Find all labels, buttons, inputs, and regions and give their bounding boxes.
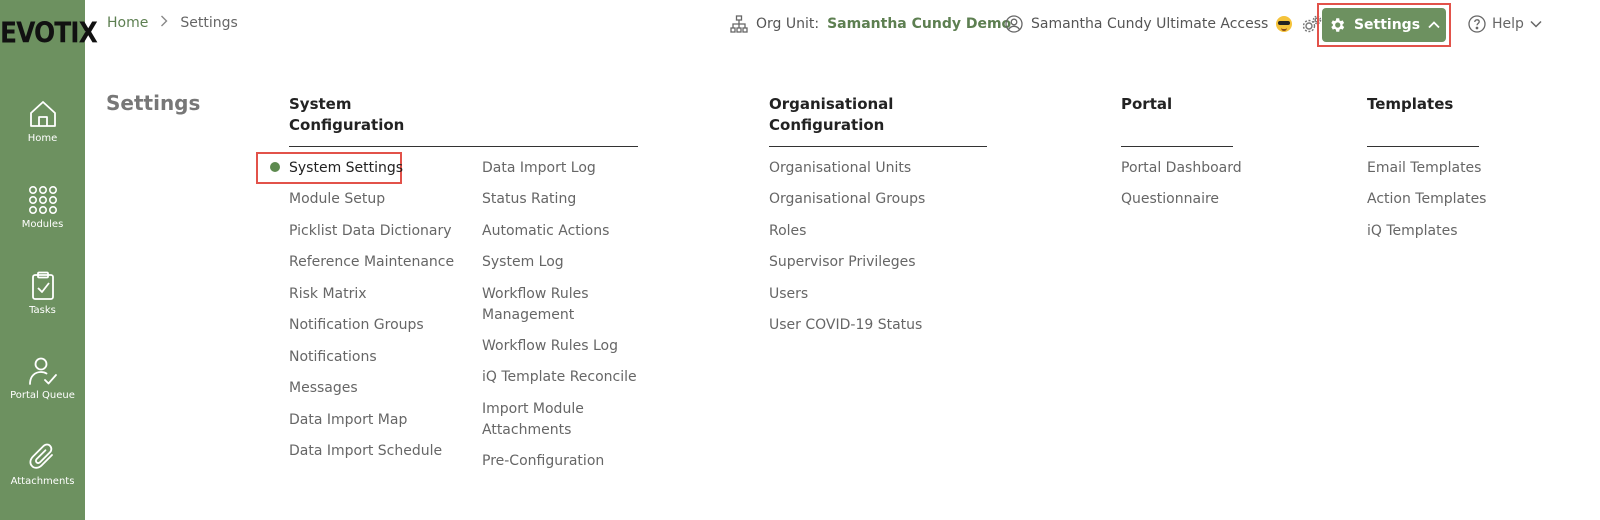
user-menu[interactable]: Samantha Cundy Ultimate Access (1005, 15, 1346, 33)
chevron-right-icon (160, 15, 168, 31)
system-configuration-heading: System Configuration (289, 94, 404, 136)
link-data-import-log[interactable]: Data Import Log (482, 158, 596, 179)
link-action-templates[interactable]: Action Templates (1367, 189, 1486, 210)
paperclip-icon (29, 443, 53, 469)
link-portal-dashboard[interactable]: Portal Dashboard (1121, 158, 1242, 179)
chevron-down-icon (1530, 20, 1542, 28)
organisational-configuration-heading: Organisational Configuration (769, 94, 893, 136)
link-supervisor-privileges[interactable]: Supervisor Privileges (769, 252, 916, 273)
org-unit-selector[interactable]: Org Unit: Samantha Cundy Demo (730, 15, 1011, 33)
sidebar-item-modules[interactable]: Modules (0, 185, 85, 230)
user-check-icon (28, 357, 57, 385)
link-workflow-rules-log[interactable]: Workflow Rules Log (482, 336, 618, 357)
link-notifications[interactable]: Notifications (289, 347, 377, 368)
top-header: Home Settings Org Unit: Samantha Cundy D… (85, 0, 1600, 48)
link-system-settings[interactable]: System Settings (289, 158, 403, 179)
grid-icon (28, 185, 57, 214)
section-divider (289, 146, 638, 147)
sidebar-item-label: Home (27, 133, 58, 144)
settings-button-label: Settings (1353, 17, 1421, 33)
org-unit-value[interactable]: Samantha Cundy Demo (827, 16, 1011, 32)
gear-icon (1331, 18, 1345, 32)
breadcrumb: Home Settings (107, 15, 238, 31)
link-organisational-units[interactable]: Organisational Units (769, 158, 911, 179)
link-users[interactable]: Users (769, 284, 808, 305)
link-import-module-attachments[interactable]: Import Module Attachments (482, 399, 602, 441)
sidebar-item-attachments[interactable]: Attachments (0, 442, 85, 487)
page-title: Settings (106, 91, 201, 115)
link-automatic-actions[interactable]: Automatic Actions (482, 221, 609, 242)
link-data-import-map[interactable]: Data Import Map (289, 410, 407, 431)
link-organisational-groups[interactable]: Organisational Groups (769, 189, 925, 210)
active-indicator-dot (270, 162, 280, 172)
link-messages[interactable]: Messages (289, 378, 358, 399)
link-reference-maintenance[interactable]: Reference Maintenance (289, 252, 454, 273)
link-notification-groups[interactable]: Notification Groups (289, 315, 424, 336)
link-questionnaire[interactable]: Questionnaire (1121, 189, 1219, 210)
link-picklist-data-dictionary[interactable]: Picklist Data Dictionary (289, 221, 452, 242)
heading-line: System (289, 95, 352, 113)
link-iq-templates[interactable]: iQ Templates (1367, 221, 1458, 242)
link-data-import-schedule[interactable]: Data Import Schedule (289, 441, 442, 462)
link-risk-matrix[interactable]: Risk Matrix (289, 284, 367, 305)
heading-line: Organisational (769, 95, 894, 113)
templates-heading: Templates (1367, 95, 1454, 113)
link-pre-configuration[interactable]: Pre-Configuration (482, 451, 604, 472)
sidebar-item-label: Tasks (29, 305, 56, 316)
breadcrumb-current: Settings (180, 15, 238, 31)
breadcrumb-home-link[interactable]: Home (107, 15, 148, 31)
user-name: Samantha Cundy Ultimate Access (1031, 16, 1269, 32)
settings-highlight: Settings (1317, 3, 1451, 47)
section-divider (1367, 146, 1479, 147)
portal-heading: Portal (1121, 95, 1173, 113)
help-label: Help (1492, 16, 1524, 32)
sidebar-item-label: Attachments (10, 476, 75, 487)
link-module-setup[interactable]: Module Setup (289, 189, 385, 210)
link-workflow-rules-management[interactable]: Workflow Rules Management (482, 284, 602, 326)
heading-line: Configuration (769, 116, 885, 134)
sidebar: EVOTIX Home Modules Tasks Portal Queue A… (0, 0, 98, 520)
sidebar-item-home[interactable]: Home (0, 99, 85, 144)
sidebar-item-label: Modules (21, 219, 64, 230)
link-system-log[interactable]: System Log (482, 252, 564, 273)
evotix-logo[interactable]: EVOTIX (0, 16, 98, 49)
org-chart-icon (730, 15, 748, 33)
chevron-up-icon (1428, 21, 1440, 29)
link-status-rating[interactable]: Status Rating (482, 189, 576, 210)
sidebar-item-portal-queue[interactable]: Portal Queue (0, 356, 85, 401)
sidebar-item-label: Portal Queue (10, 390, 75, 401)
user-circle-icon (1005, 15, 1023, 33)
sunglasses-emoji-icon (1276, 16, 1293, 32)
link-roles[interactable]: Roles (769, 221, 806, 242)
help-menu[interactable]: Help (1468, 15, 1542, 33)
clipboard-check-icon (31, 271, 54, 300)
heading-line: Configuration (289, 116, 405, 134)
section-divider (769, 146, 987, 147)
link-email-templates[interactable]: Email Templates (1367, 158, 1481, 179)
section-divider (1121, 146, 1233, 147)
help-circle-icon (1468, 15, 1486, 33)
settings-button[interactable]: Settings (1322, 8, 1446, 42)
link-user-covid-19-status[interactable]: User COVID-19 Status (769, 315, 922, 336)
sidebar-item-tasks[interactable]: Tasks (0, 271, 85, 316)
link-iq-template-reconcile[interactable]: iQ Template Reconcile (482, 367, 637, 388)
org-unit-label: Org Unit: (756, 16, 820, 32)
home-icon (29, 101, 56, 127)
